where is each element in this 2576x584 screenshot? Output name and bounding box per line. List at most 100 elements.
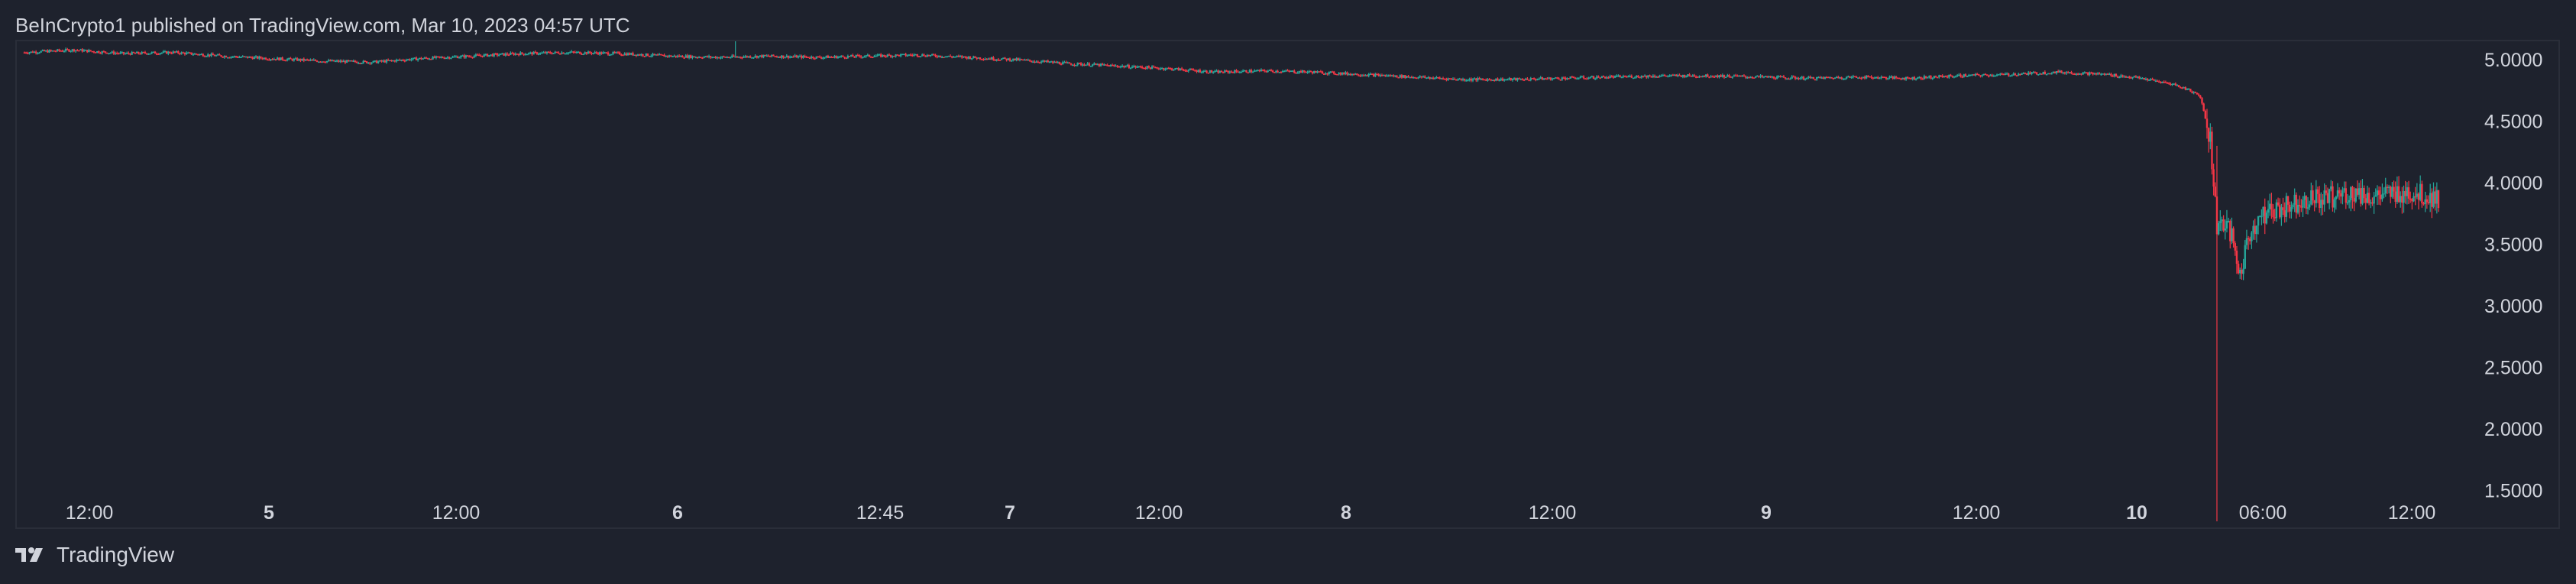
candle-body [1138,66,1140,68]
candle-body [1663,75,1666,76]
tradingview-brand[interactable]: TradingView [15,543,174,567]
candle-body [1817,76,1820,79]
candle-body [1639,76,1641,79]
candle-body [1627,76,1629,78]
candle-body [1671,74,1675,76]
candle-body [1209,70,1212,73]
candle-body [122,52,125,54]
candle-body [1842,78,1845,80]
candle-body [220,55,222,57]
candle-body [2282,207,2284,211]
candle-body [584,52,586,54]
candle-body [954,57,956,58]
candle-body [2173,83,2175,85]
candle-body [141,51,143,54]
candle-body [170,53,173,54]
chart-pane[interactable]: 5.0000 4.5000 4.0000 3.5000 3.0000 2.5000 2.00… [15,40,2560,529]
candle-body [1802,76,1805,79]
candle-body [969,57,972,60]
candle-body [484,54,487,56]
candle-body [1419,76,1421,78]
candle-body [1394,75,1396,77]
candle-body [1707,74,1709,77]
candle-body [2066,72,2070,73]
candle-body [1833,77,1837,79]
candle-body [984,58,986,60]
candle-body [2434,191,2436,204]
candle-body [301,58,303,61]
candle-body [835,56,837,59]
candle-body [901,54,904,56]
price-axis[interactable]: 5.0000 4.5000 4.0000 3.5000 3.0000 2.5000 2.00… [2484,50,2542,502]
candle-body [1367,73,1370,76]
candle-body [1574,77,1577,79]
candle-body [453,56,455,58]
candle-body [610,54,613,56]
candle-body [192,54,194,56]
candle-body [2393,187,2395,192]
candle-body [2354,188,2357,202]
candle-body [931,54,934,56]
candle-body [2103,73,2105,75]
candle-body [1662,75,1665,76]
candle-body [1470,78,1473,81]
candle-body [1448,78,1451,79]
candle-body [251,57,254,60]
candle-body [2251,232,2253,242]
candle-body [1974,73,1977,76]
candle-body [104,51,107,53]
candle-body [2121,75,2124,77]
candle-body [2239,269,2241,274]
candle-body [372,60,374,63]
candle-body [592,53,594,54]
time-tick-label: 06:00 [2239,502,2287,524]
candle-body [1693,75,1696,77]
candle-body [946,56,948,58]
candle-body [281,57,283,60]
candle-body [1607,77,1610,79]
candle-body [1843,78,1846,80]
candle-body [2138,76,2141,79]
candle-body [1323,73,1325,76]
candle-body [1754,76,1757,78]
candle-body [691,56,694,58]
candle-body [324,62,327,63]
candle-body [893,56,895,57]
candle-body [1267,70,1269,73]
candle-body [304,59,307,61]
candle-body [436,56,439,58]
price-chart[interactable]: 5.0000 4.5000 4.0000 3.5000 3.0000 2.5000 2.00… [17,41,2561,530]
candle-body [876,54,879,56]
candle-body [183,53,186,55]
candle-body [591,53,593,54]
candle-body [541,52,543,54]
candle-body [2417,193,2420,200]
candle-body [997,59,1000,61]
candle-body [569,52,571,54]
candle-body [665,55,667,57]
candle-body [2400,196,2402,203]
candle-body [2034,72,2037,73]
candle-body [2234,243,2236,251]
candle-body [385,60,388,63]
candle-body [1761,75,1763,77]
candle-body [1286,70,1289,72]
candle-body [771,54,773,57]
candle-body [1166,67,1168,70]
time-tick-label: 10 [2126,502,2147,524]
candle-body [1070,63,1073,65]
candle-body [1578,78,1580,79]
candle-body [1214,70,1216,73]
candle-body [1542,78,1545,80]
candle-body [1759,75,1762,77]
candle-body [2039,73,2041,75]
candle-body [863,56,866,58]
candle-body [468,56,471,58]
candle-body [496,54,499,56]
candle-body [2422,203,2425,205]
candle-body [802,56,804,58]
candle-body [582,54,584,55]
candle-body [544,52,546,54]
time-axis[interactable]: 12:00 5 12:00 6 12:45 7 12:00 8 12:00 9 12:00 10 06:… [66,502,2436,524]
candle-body [2259,216,2261,218]
